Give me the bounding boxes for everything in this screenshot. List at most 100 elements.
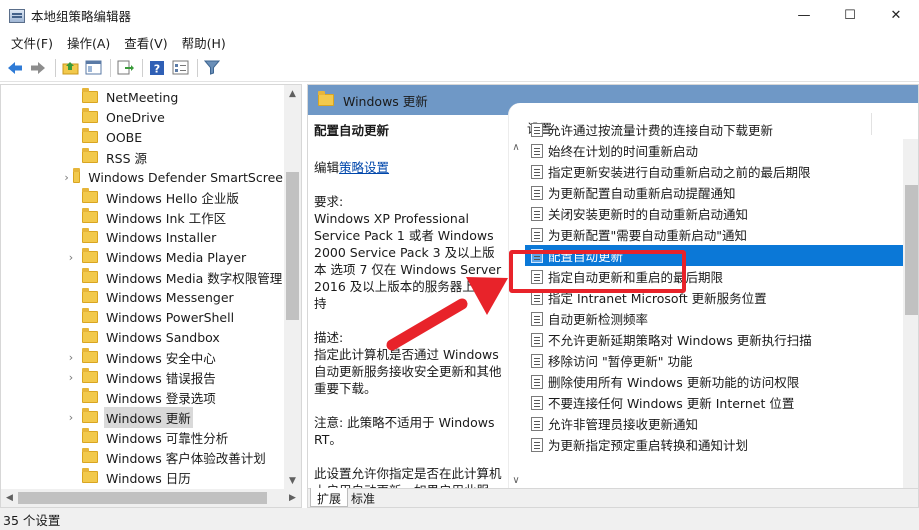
folder-icon <box>82 248 98 263</box>
setting-label: 配置自动更新 <box>548 249 624 264</box>
folder-icon <box>73 168 81 183</box>
scrollbar-thumb[interactable] <box>286 172 299 320</box>
tree-item[interactable]: OOBE <box>1 127 285 147</box>
back-icon[interactable] <box>5 58 25 78</box>
tree-item[interactable]: OneDrive <box>1 107 285 127</box>
minimize-button[interactable]: — <box>781 0 827 31</box>
chevron-down-icon[interactable]: ∨ <box>509 472 523 489</box>
tree-item[interactable]: Windows 客户体验改善计划 <box>1 447 285 467</box>
tree-item[interactable]: Windows Messenger <box>1 287 285 307</box>
setting-row[interactable]: 指定更新安装进行自动重新启动之前的最后期限 <box>525 161 905 182</box>
tree-vertical-scrollbar[interactable]: ▲ ▼ <box>284 85 301 489</box>
tree-horizontal-scrollbar[interactable]: ◀ ▶ <box>1 489 301 507</box>
close-button[interactable]: ✕ <box>873 0 919 31</box>
export-list-icon[interactable] <box>115 58 135 78</box>
list-side-arrows: ∧ ∨ <box>509 139 523 489</box>
setting-label: 自动更新检测频率 <box>548 312 649 327</box>
expand-chevron-icon[interactable]: › <box>64 351 78 364</box>
folder-icon <box>82 148 98 163</box>
setting-row[interactable]: 不要连接任何 Windows 更新 Internet 位置 <box>525 392 905 413</box>
setting-row[interactable]: 删除使用所有 Windows 更新功能的访问权限 <box>525 371 905 392</box>
status-text: 35 个设置 <box>3 512 61 528</box>
tree-item[interactable]: Windows PowerShell <box>1 307 285 327</box>
forward-icon[interactable] <box>28 58 48 78</box>
setting-label: 始终在计划的时间重新启动 <box>548 144 699 159</box>
scroll-down-icon[interactable]: ▼ <box>284 472 301 489</box>
folder-icon <box>82 328 98 343</box>
policy-setting-icon <box>531 437 543 452</box>
tree-item[interactable]: Windows Installer <box>1 227 285 247</box>
setting-row[interactable]: 为更新配置自动重新启动提醒通知 <box>525 182 905 203</box>
policy-setting-icon <box>531 227 543 242</box>
tree-item[interactable]: › Windows Defender SmartScree <box>1 167 285 187</box>
tree-item[interactable]: Windows 登录选项 <box>1 387 285 407</box>
setting-row[interactable]: 允许非管理员接收更新通知 <box>525 413 905 434</box>
setting-row[interactable]: 指定 Intranet Microsoft 更新服务位置 <box>525 287 905 308</box>
setting-row[interactable]: 指定自动更新和重启的最后期限 <box>525 266 905 287</box>
setting-row[interactable]: 自动更新检测频率 <box>525 308 905 329</box>
show-tree-icon[interactable] <box>83 58 103 78</box>
expand-chevron-icon[interactable]: › <box>64 411 78 424</box>
tab-extended[interactable]: 扩展 <box>310 488 349 507</box>
menu-view[interactable]: 查看(V) <box>117 33 174 52</box>
setting-row[interactable]: 允许通过按流量计费的连接自动下载更新 <box>525 119 905 140</box>
tab-standard[interactable]: 标准 <box>345 488 381 507</box>
folder-icon <box>82 468 98 483</box>
tree-item[interactable]: NetMeeting <box>1 87 285 107</box>
tree-item[interactable]: Windows 可靠性分析 <box>1 427 285 447</box>
scroll-up-icon[interactable]: ▲ <box>284 85 301 102</box>
setting-row[interactable]: 移除访问 "暂停更新" 功能 <box>525 350 905 371</box>
tree-item-label: Windows 日历 <box>106 470 191 486</box>
setting-label: 关闭安装更新时的自动重新启动通知 <box>548 207 749 222</box>
tree-item[interactable]: › Windows 错误报告 <box>1 367 285 387</box>
tree-item[interactable]: › Windows Media Player <box>1 247 285 267</box>
filter-icon[interactable] <box>202 58 222 78</box>
expand-chevron-icon[interactable]: › <box>64 371 78 384</box>
tree-item[interactable]: Windows 日历 <box>1 467 285 487</box>
tree-item-label: Windows 错误报告 <box>106 370 216 386</box>
tree-item[interactable]: Windows Hello 企业版 <box>1 187 285 207</box>
help-icon[interactable]: ? <box>147 58 167 78</box>
policy-setting-icon <box>531 374 543 389</box>
tree-item[interactable]: › Windows 更新 <box>1 406 285 428</box>
tree-item[interactable]: Windows Ink 工作区 <box>1 207 285 227</box>
policy-setting-icon <box>531 353 543 368</box>
tree-item-label: Windows Messenger <box>106 289 234 305</box>
tree-item[interactable]: › Windows 安全中心 <box>1 347 285 367</box>
up-folder-icon[interactable] <box>60 58 80 78</box>
details-header-title: Windows 更新 <box>343 93 428 109</box>
edit-policy-line: 编辑策略设置 <box>314 159 502 176</box>
setting-row[interactable]: 为更新配置"需要自动重新启动"通知 <box>525 224 905 245</box>
folder-icon <box>82 228 98 243</box>
menu-action[interactable]: 操作(A) <box>60 33 117 52</box>
tree-item[interactable]: Windows Sandbox <box>1 327 285 347</box>
scroll-left-icon[interactable]: ◀ <box>1 489 18 507</box>
title-bar: 本地组策略编辑器 — ☐ ✕ <box>0 0 919 31</box>
scrollbar-thumb[interactable] <box>18 492 267 504</box>
list-vertical-scrollbar[interactable] <box>903 139 918 490</box>
expand-chevron-icon[interactable]: › <box>64 171 69 184</box>
policy-setting-icon <box>531 185 543 200</box>
setting-row[interactable]: 不允许更新延期策略对 Windows 更新执行扫描 <box>525 329 905 350</box>
scrollbar-thumb[interactable] <box>905 185 918 315</box>
maximize-button[interactable]: ☐ <box>827 0 873 31</box>
setting-row[interactable]: 关闭安装更新时的自动重新启动通知 <box>525 203 905 224</box>
properties-icon[interactable] <box>170 58 190 78</box>
menu-file[interactable]: 文件(F) <box>4 33 60 52</box>
setting-label: 为更新配置"需要自动重新启动"通知 <box>548 228 747 243</box>
menu-help[interactable]: 帮助(H) <box>175 33 233 52</box>
setting-row[interactable]: 为更新指定预定重启转换和通知计划 <box>525 434 905 455</box>
description-label: 描述: <box>314 330 344 345</box>
description-text: 指定此计算机是否通过 Windows 自动更新服务接收安全更新和其他重要下载。 <box>314 347 502 396</box>
tree-item[interactable]: RSS 源 <box>1 147 285 167</box>
setting-label: 为更新配置自动重新启动提醒通知 <box>548 186 736 201</box>
scroll-right-icon[interactable]: ▶ <box>284 489 301 507</box>
toolbar-separator <box>55 58 56 77</box>
tree-item[interactable]: Windows Media 数字权限管理 <box>1 267 285 287</box>
setting-row[interactable]: 配置自动更新 <box>525 245 905 266</box>
chevron-up-icon[interactable]: ∧ <box>509 139 523 156</box>
setting-row[interactable]: 始终在计划的时间重新启动 <box>525 140 905 161</box>
edit-policy-link[interactable]: 策略设置 <box>339 160 389 175</box>
expand-chevron-icon[interactable]: › <box>64 251 78 264</box>
folder-icon <box>82 108 98 123</box>
